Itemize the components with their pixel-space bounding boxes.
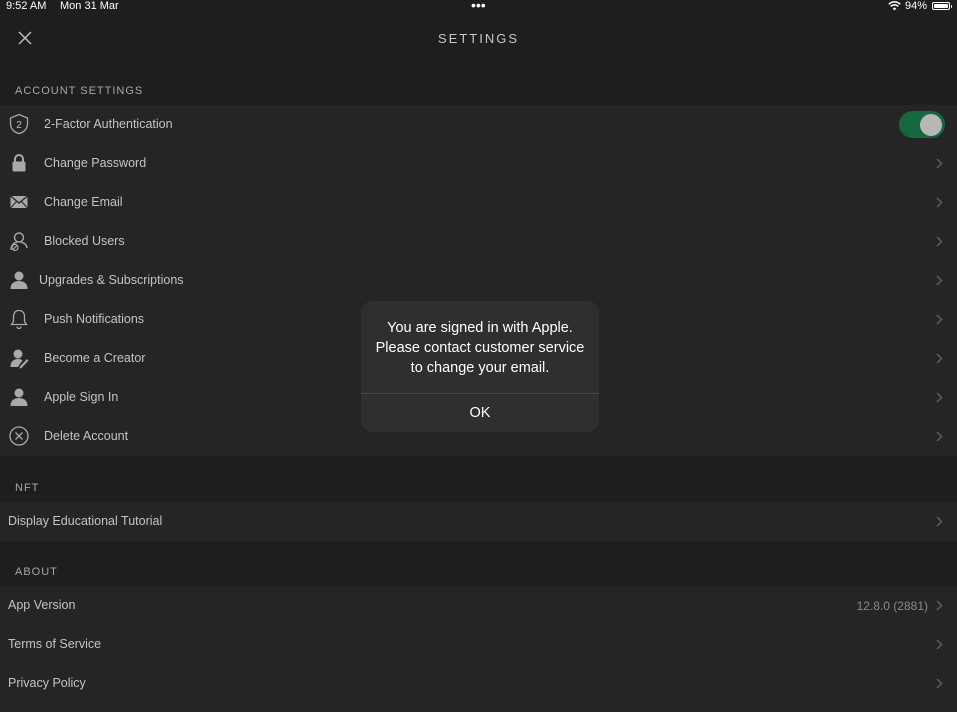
multitasking-dots[interactable]: ••• [471,0,486,13]
two-factor-shield-icon: 2 [9,113,29,135]
row-label: App Version [8,598,76,612]
chevron-right-icon [936,516,943,527]
row-label: Apple Sign In [44,390,119,404]
chevron-right-icon [936,678,943,689]
envelope-icon [10,195,28,209]
row-label: Upgrades & Subscriptions [39,273,184,287]
battery-percentage: 94% [905,0,928,12]
section-header-about: ABOUT [15,566,58,578]
chevron-right-icon [936,353,943,364]
row-label: Blocked Users [44,234,125,248]
section-header-nft: NFT [15,482,40,494]
lock-icon [12,154,26,172]
nav-bar: SETTINGS [0,14,957,64]
row-two-factor[interactable]: 2 2-Factor Authentication [0,105,957,144]
chevron-right-icon [936,392,943,403]
chevron-right-icon [936,158,943,169]
page-title: SETTINGS [437,31,519,46]
chevron-right-icon [936,600,943,611]
svg-text:2: 2 [16,120,22,131]
chevron-right-icon [936,431,943,442]
row-change-password[interactable]: Change Password [0,144,957,183]
row-label: Change Email [44,195,123,209]
app-version-value: 12.8.0 (2881) [856,599,928,613]
bell-icon [10,309,28,330]
row-label: Delete Account [44,429,129,443]
row-label: Privacy Policy [8,676,86,690]
user-icon [10,271,28,289]
battery-icon [932,2,952,10]
creator-icon [10,349,29,369]
chevron-right-icon [936,314,943,325]
alert-message: You are signed in with Apple. Please con… [375,320,585,376]
chevron-right-icon [936,236,943,247]
row-terms-of-service[interactable]: Terms of Service [0,625,957,664]
row-label: Push Notifications [44,312,145,326]
row-privacy-policy[interactable]: Privacy Policy [0,664,957,703]
row-label: Become a Creator [44,351,146,365]
row-label: 2-Factor Authentication [44,117,173,131]
about-group: App Version 12.8.0 (2881) Terms of Servi… [0,586,957,712]
section-header-account: ACCOUNT SETTINGS [15,85,144,97]
wifi-icon [888,1,901,11]
ok-button[interactable]: OK [361,394,599,432]
status-bar: 9:52 AM Mon 31 Mar ••• 94% [0,0,957,14]
row-upgrades-subscriptions[interactable]: Upgrades & Subscriptions [0,261,957,300]
status-date: Mon 31 Mar [60,0,119,12]
row-blocked-users[interactable]: Blocked Users [0,222,957,261]
row-label: Terms of Service [8,637,102,651]
row-display-tutorial[interactable]: Display Educational Tutorial [0,502,957,541]
status-time: 9:52 AM [6,0,47,12]
user-icon [10,388,28,406]
alert-dialog: You are signed in with Apple. Please con… [361,301,599,432]
row-label: Display Educational Tutorial [8,514,163,528]
chevron-right-icon [936,275,943,286]
row-label: Change Password [44,156,147,170]
row-app-version: App Version 12.8.0 (2881) [0,586,957,625]
blocked-user-icon [10,232,28,252]
row-change-email[interactable]: Change Email [0,183,957,222]
two-factor-toggle[interactable] [899,111,945,138]
nft-group: Display Educational Tutorial [0,502,957,541]
delete-circle-icon [9,426,29,446]
chevron-right-icon [936,197,943,208]
chevron-right-icon [936,639,943,650]
